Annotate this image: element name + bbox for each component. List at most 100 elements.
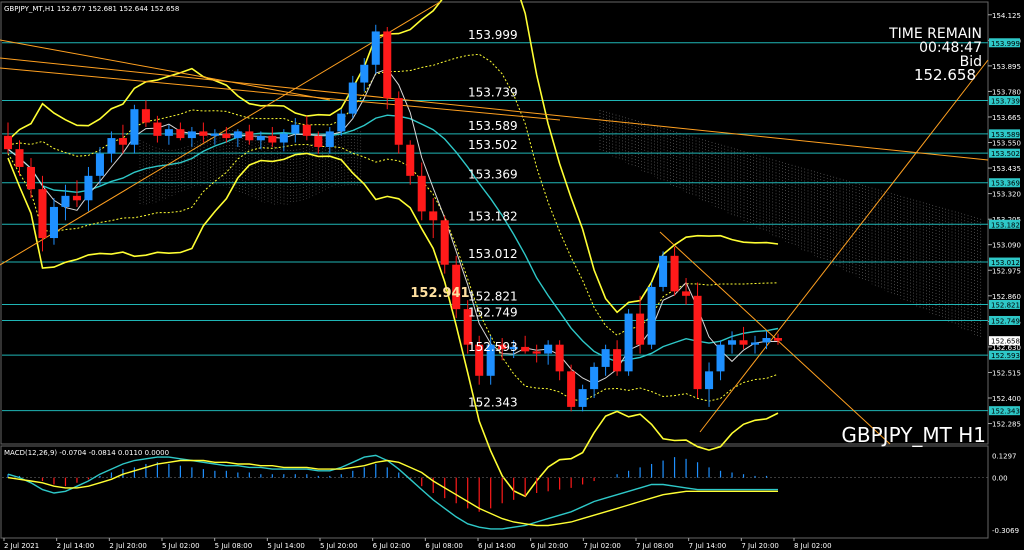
- candle-body: [72, 195, 81, 201]
- level-price-marker-label: 152.749: [991, 317, 1020, 325]
- candle-body: [141, 109, 150, 123]
- candle-body: [601, 349, 610, 367]
- candle-body: [233, 131, 242, 139]
- level-price-marker-label: 153.589: [991, 131, 1020, 139]
- candle-body: [705, 371, 714, 390]
- candle-body: [670, 255, 679, 292]
- candle-body: [210, 133, 219, 136]
- price-tick-label: 152.400: [992, 395, 1021, 403]
- candle-body: [417, 175, 426, 212]
- time-tick-label: 6 Jul 20:00: [531, 542, 569, 550]
- time-tick-label: 5 Jul 08:00: [215, 542, 253, 550]
- level-label: 153.739: [468, 86, 518, 100]
- time-tick-label: 7 Jul 08:00: [636, 542, 674, 550]
- candle-body: [325, 131, 334, 147]
- level-label: 153.012: [468, 247, 518, 261]
- time-tick-label: 2 Jul 2021: [4, 542, 39, 550]
- price-tick-label: 153.895: [992, 63, 1021, 71]
- price-tick-label: 153.090: [992, 242, 1021, 250]
- time-tick-label: 5 Jul 20:00: [320, 542, 358, 550]
- candle-body: [716, 344, 725, 372]
- price-tick-label: 153.665: [992, 114, 1021, 122]
- price-tick-label: 153.550: [992, 140, 1021, 148]
- time-tick-label: 6 Jul 02:00: [373, 542, 411, 550]
- chart-header: GBPJPY_MT,H1 152.677 152.681 152.644 152…: [4, 5, 179, 13]
- macd-scale-mid: 0.00: [992, 475, 1008, 483]
- price-tick-label: 152.515: [992, 369, 1021, 377]
- candle-body: [130, 109, 139, 145]
- level-label: 153.182: [468, 209, 518, 223]
- candle-body: [279, 133, 288, 143]
- candle-body: [49, 206, 58, 239]
- macd-scale-top: 0.1297: [992, 452, 1017, 460]
- candle-body: [555, 344, 564, 372]
- price-tick-label: 152.285: [992, 421, 1021, 429]
- candle-body: [762, 338, 771, 343]
- level-label: 153.999: [468, 28, 518, 42]
- time-tick-label: 2 Jul 14:00: [57, 542, 95, 550]
- candle-body: [84, 175, 93, 201]
- price-tick-label: 153.435: [992, 165, 1021, 173]
- candle-body: [647, 286, 656, 345]
- candle-body: [153, 122, 162, 136]
- candle-body: [15, 149, 24, 167]
- candle-body: [383, 31, 392, 99]
- highlight-price: 152.941: [410, 286, 469, 301]
- bid-value: 152.658: [914, 66, 976, 84]
- candle-body: [348, 82, 357, 114]
- current-price-label: 152.658: [991, 338, 1020, 346]
- candle-body: [544, 344, 553, 354]
- candle-body: [3, 135, 13, 150]
- level-price-marker-label: 153.502: [991, 150, 1020, 158]
- candle-body: [567, 371, 576, 407]
- time-tick-label: 8 Jul 02:00: [794, 542, 832, 550]
- candle-body: [590, 366, 599, 390]
- candle-body: [199, 131, 208, 136]
- price-tick-label: 153.780: [992, 88, 1021, 96]
- candle-body: [256, 135, 265, 141]
- candle-body: [38, 189, 47, 239]
- candle-body: [176, 129, 185, 139]
- candle-body: [26, 166, 36, 190]
- price-tick-label: 154.125: [992, 12, 1021, 20]
- time-tick-label: 6 Jul 14:00: [478, 542, 516, 550]
- level-label: 152.593: [468, 340, 518, 354]
- level-label: 152.749: [468, 305, 518, 319]
- candle-body: [578, 389, 587, 407]
- level-label: 152.343: [468, 396, 518, 410]
- candle-body: [682, 291, 691, 296]
- level-label: 153.589: [468, 119, 518, 133]
- candle-body: [521, 346, 530, 352]
- chart-canvas: 153.999 153.739 153.589 153.502 153.369 153.1…: [0, 0, 1024, 550]
- time-tick-label: 5 Jul 02:00: [162, 542, 200, 550]
- level-label: 152.821: [468, 289, 518, 303]
- candle-body: [164, 129, 173, 136]
- time-tick-label: 7 Jul 02:00: [583, 542, 621, 550]
- time-tick-label: 7 Jul 20:00: [741, 542, 779, 550]
- time-tick-label: 2 Jul 20:00: [109, 542, 147, 550]
- price-tick-label: 152.975: [992, 267, 1021, 275]
- candle-body: [268, 135, 277, 143]
- candle-body: [406, 144, 415, 176]
- level-price-marker-label: 153.182: [991, 221, 1020, 229]
- candle-body: [613, 349, 622, 372]
- time-tick-label: 5 Jul 14:00: [267, 542, 305, 550]
- candle-body: [360, 64, 369, 83]
- candle-body: [222, 133, 231, 139]
- level-price-marker-label: 153.012: [991, 259, 1020, 267]
- candle-body: [245, 131, 254, 141]
- level-label: 153.502: [468, 138, 518, 152]
- candle-body: [739, 340, 748, 345]
- candle-body: [659, 255, 668, 287]
- level-price-marker-label: 152.821: [991, 301, 1020, 309]
- level-price-marker-label: 153.369: [991, 180, 1020, 188]
- level-price-marker-label: 153.999: [991, 40, 1020, 48]
- candle-body: [314, 135, 323, 147]
- candle-body: [440, 220, 449, 265]
- candle-body: [429, 211, 438, 221]
- symbol-watermark: GBPJPY_MT H1: [841, 423, 986, 447]
- level-labels: 153.999 153.739 153.589 153.502 153.369 153.1…: [468, 28, 518, 410]
- candle-body: [302, 124, 311, 136]
- macd-scale-bottom: -0.3069: [992, 527, 1019, 535]
- time-tick-label: 6 Jul 08:00: [425, 542, 463, 550]
